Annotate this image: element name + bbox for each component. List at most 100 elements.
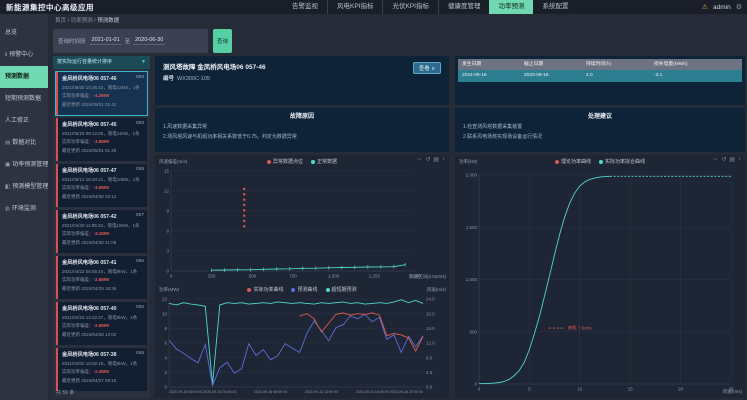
power-timeseries-panel: 功率(MW) 风速(m/s) 实际功率曲线 预测曲线 超短期预测 1210864… <box>155 283 449 398</box>
svg-text:2020-09-16 12:00:00: 2020-09-16 12:00:00 <box>305 390 338 394</box>
svg-text:1,250: 1,250 <box>369 274 381 279</box>
alarm-list-item[interactable]: 金凤桥风电场06 057-40056 2021/04/15 14:22:47，限… <box>56 302 147 345</box>
breadcrumb: 首页 / 功率预测 / 预测数据 <box>55 16 119 24</box>
alarm-count-badge: 055 <box>136 351 144 358</box>
suggestion-panel: 处理建议 1.检查测风塔数据采集装置 2.联系风电场核实现场设备运行情况 <box>455 108 745 152</box>
svg-text:2,000: 2,000 <box>466 173 478 178</box>
svg-text:500: 500 <box>249 274 257 279</box>
svg-text:15: 15 <box>628 387 634 392</box>
chartA-x-label: 风速区间(0.01m/s) <box>409 274 446 280</box>
svg-text:20.0: 20.0 <box>426 311 435 316</box>
nav-power-forecast[interactable]: 功率预测 <box>489 0 533 14</box>
svg-text:8: 8 <box>164 326 167 331</box>
alarm-list-header: 按实际运行容量统计排序 ▼ <box>53 56 150 69</box>
svg-text:1,000: 1,000 <box>328 274 340 279</box>
alarm-list-item[interactable]: 金凤桥风电场06 057-41056 2021/04/22 08:55:10，限… <box>56 256 147 299</box>
alarm-count-badge: 057 <box>136 213 144 220</box>
globe-icon: ◍ <box>5 206 10 212</box>
table-row[interactable]: 2024-09-16 2020-09-16 4.0 -3.1 <box>458 70 742 82</box>
svg-text:1,500: 1,500 <box>466 225 478 230</box>
date-range-label: 查询时间段 <box>58 37 86 45</box>
svg-text:4: 4 <box>164 355 167 360</box>
crumb-module[interactable]: 功率预测 <box>71 18 93 24</box>
alarm-list-item[interactable]: 金凤桥风电场06 057-45058 2021/05/18 09:12:05，限… <box>56 118 147 161</box>
crumb-current: 预测数据 <box>97 18 119 24</box>
nav-wind-kpi[interactable]: 风电KPI指标 <box>327 0 382 14</box>
svg-text:12: 12 <box>164 189 170 194</box>
svg-text:2: 2 <box>164 370 167 375</box>
svg-text:5: 5 <box>528 387 531 392</box>
svg-text:500: 500 <box>469 329 477 334</box>
sidebar-item-forecast-mgmt[interactable]: ▣功率预测管理 <box>0 154 48 176</box>
end-date-input[interactable]: 2020-06-30 <box>133 37 165 45</box>
svg-text:10: 10 <box>577 387 583 392</box>
nav-alarm-monitor[interactable]: 告警监视 <box>283 0 327 14</box>
svg-text:2020-09-16 04:00:00: 2020-09-16 04:00:00 <box>203 390 236 394</box>
svg-text:0.0: 0.0 <box>426 385 433 390</box>
alarm-list-item[interactable]: 金凤桥风电场06 057-42057 2021/04/30 11:05:33，限… <box>56 210 147 253</box>
svg-text:2020-09-16 20:00:00: 2020-09-16 20:00:00 <box>390 390 423 394</box>
svg-text:6: 6 <box>166 229 169 234</box>
info-icon: ℹ <box>5 52 7 58</box>
device-code: WX300C-105 <box>177 76 210 82</box>
fault-detail-panel: 测风塔故障 金凤桥风电场06 057-46 编号WX300C-105 查看 ∨ <box>155 56 449 105</box>
alarm-count-badge: 056 <box>136 259 144 266</box>
sidebar: 总览 ℹ预警中心 预测数据 短期预测数据 人工修正 ▤数据对比 ▣功率预测管理 … <box>0 14 48 400</box>
alarm-count-badge: 058 <box>136 121 144 128</box>
top-header: 新能源集控中心高级应用 告警监视 风电KPI指标 光伏KPI指标 健康度管理 功… <box>0 0 747 14</box>
table-icon: ▤ <box>5 140 10 146</box>
svg-text:12: 12 <box>162 297 168 302</box>
svg-text:0: 0 <box>478 387 481 392</box>
alarm-count-badge: 059 <box>136 75 144 82</box>
power-curve-chart: 2,0001,5001,00050000510152025停机 7.6m/s <box>455 155 745 398</box>
sidebar-item-warning-center[interactable]: ℹ预警中心 <box>0 44 48 66</box>
view-dropdown-button[interactable]: 查看 ∨ <box>413 62 441 74</box>
crumb-home[interactable]: 首页 <box>55 18 66 24</box>
start-date-input[interactable]: 2021-01-01 <box>90 37 122 45</box>
svg-text:12.0: 12.0 <box>426 341 435 346</box>
svg-text:6: 6 <box>164 341 167 346</box>
nav-system-config[interactable]: 系统配置 <box>533 0 577 14</box>
gear-icon[interactable]: ⚙ <box>736 3 742 11</box>
svg-text:2020-09-16 16:00:00: 2020-09-16 16:00:00 <box>356 390 389 394</box>
alarm-list-item[interactable]: 金凤桥风电场06 057-47058 2021/05/12 16:40:21，限… <box>56 164 147 207</box>
svg-text:16.0: 16.0 <box>426 326 435 331</box>
sidebar-item-manual-correct[interactable]: 人工修正 <box>0 110 48 132</box>
sidebar-item-overview[interactable]: 总览 <box>0 22 48 44</box>
user-name[interactable]: admin <box>713 4 731 11</box>
date-range-picker[interactable]: 查询时间段 2021-01-01 至 2020-06-30 <box>53 29 208 53</box>
svg-text:4.0: 4.0 <box>426 370 433 375</box>
alarm-count-badge: 058 <box>136 167 144 174</box>
warning-icon[interactable]: ⚠ <box>702 3 708 11</box>
event-table-panel: 发生日期 截止日期 持续时间(h) 损失电量(MWh) 2024-09-16 2… <box>455 56 745 105</box>
sidebar-item-forecast-data[interactable]: 预测数据 <box>0 66 48 88</box>
cause-title: 故障原因 <box>163 111 441 120</box>
app-title: 新能源集控中心高级应用 <box>6 2 94 13</box>
svg-text:250: 250 <box>208 274 216 279</box>
alarm-count-badge: 056 <box>136 305 144 312</box>
alarm-list-item[interactable]: 金凤桥风电场06 057-46059 2021/05/20 10:25:43，限… <box>56 72 147 115</box>
svg-text:8.0: 8.0 <box>426 355 433 360</box>
nav-pv-kpi[interactable]: 光伏KPI指标 <box>382 0 437 14</box>
alarm-list-item[interactable]: 金凤桥风电场06 057-38055 2021/04/02 10:02:19，限… <box>56 348 147 391</box>
suggestion-title: 处理建议 <box>463 111 737 120</box>
nav-health-mgmt[interactable]: 健康度管理 <box>438 0 490 14</box>
sidebar-item-shortterm-data[interactable]: 短期预测数据 <box>0 88 48 110</box>
fault-title: 测风塔故障 金凤桥风电场06 057-46 <box>163 61 441 71</box>
sidebar-item-env-monitor[interactable]: ◍环境监测 <box>0 198 48 220</box>
deviation-chart: 1512963002505007501,0001,2501,500 <box>155 155 449 283</box>
svg-text:9: 9 <box>166 209 169 214</box>
layers-icon: ◧ <box>5 184 10 190</box>
svg-text:10: 10 <box>162 311 168 316</box>
svg-text:750: 750 <box>289 274 297 279</box>
svg-text:15: 15 <box>164 169 170 174</box>
sidebar-item-model-mgmt[interactable]: ◧预测模型管理 <box>0 176 48 198</box>
header-right: ⚠ admin ⚙ <box>702 0 742 14</box>
filter-funnel-icon[interactable]: ▼ <box>141 56 146 69</box>
list-pagination[interactable]: 共 59 条 <box>56 389 74 396</box>
svg-text:24.0: 24.0 <box>426 297 435 302</box>
panel-icon: ▣ <box>5 162 10 168</box>
svg-text:0: 0 <box>164 385 167 390</box>
query-button[interactable]: 查询 <box>213 29 232 53</box>
sidebar-item-data-compare[interactable]: ▤数据对比 <box>0 132 48 154</box>
